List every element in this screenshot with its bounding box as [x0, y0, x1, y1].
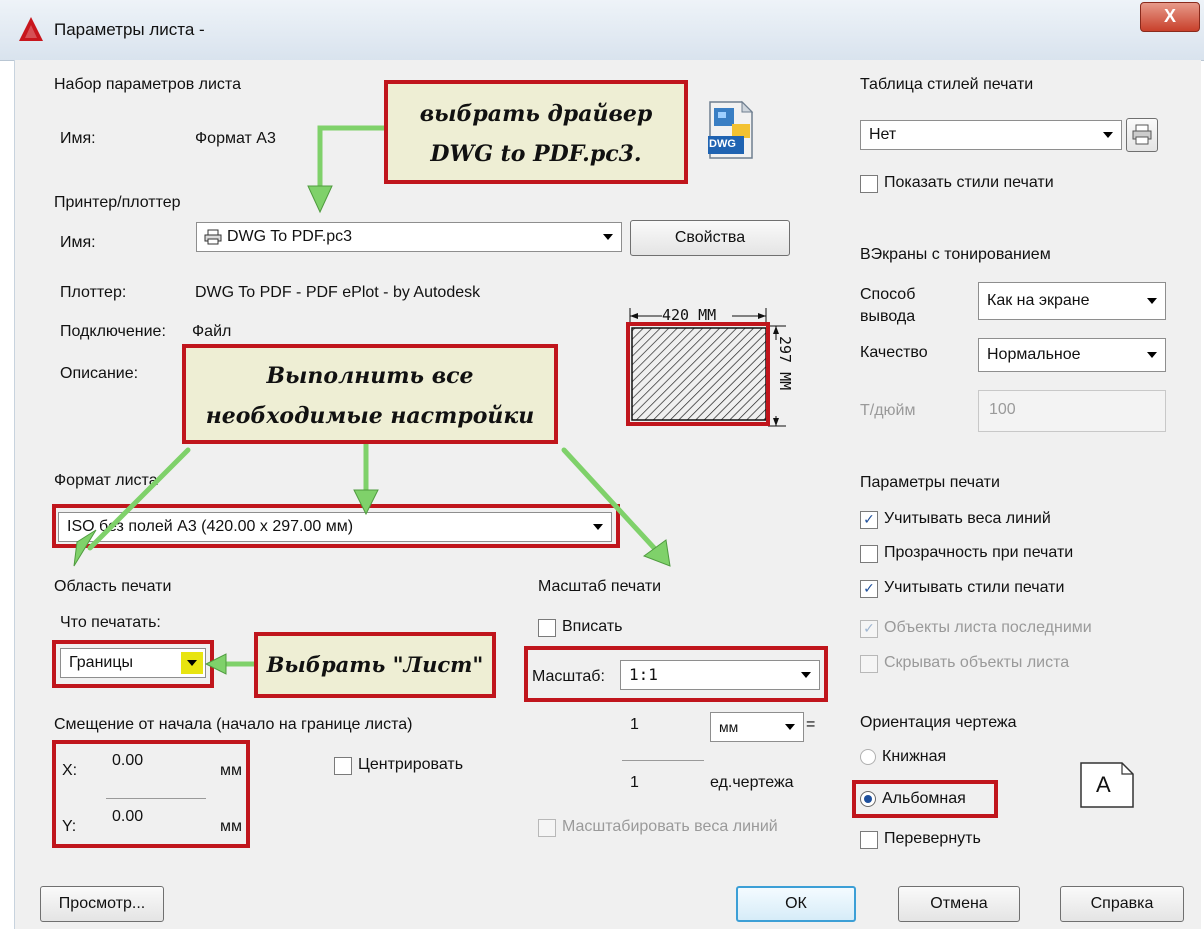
ok-button[interactable]: ОК — [736, 886, 856, 922]
callout-select-sheet: Выбрать "Лист" — [254, 632, 496, 698]
green-arrow-driver — [317, 125, 391, 191]
preview-button[interactable]: Просмотр... — [40, 886, 164, 922]
cancel-button[interactable]: Отмена — [898, 886, 1020, 922]
help-button[interactable]: Справка — [1060, 886, 1184, 922]
callout-all-settings: Выполнить все необходимые настройки — [182, 344, 558, 444]
green-arrow-paper-right — [561, 447, 659, 553]
callout-select-driver: выбрать драйвер DWG to PDF.pc3. — [384, 80, 688, 184]
green-arrow-paper-left — [87, 447, 191, 551]
